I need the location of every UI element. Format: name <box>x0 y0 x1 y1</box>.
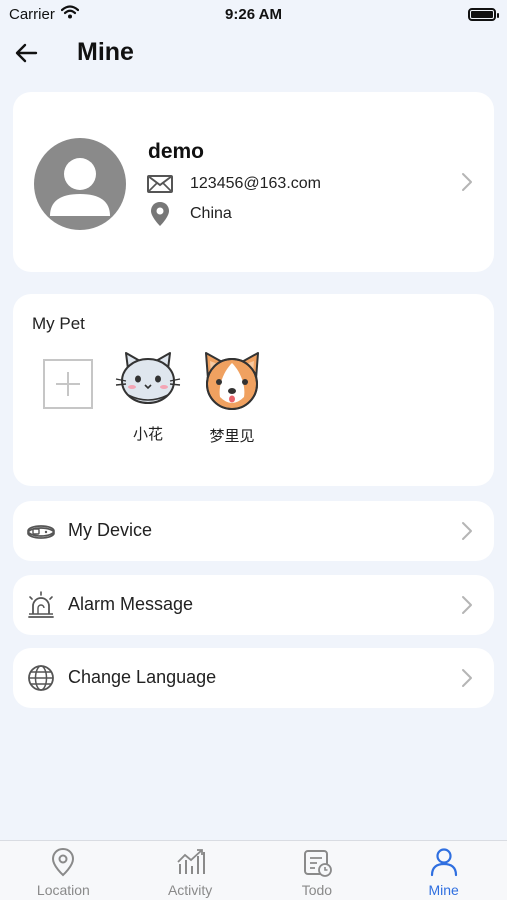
back-arrow-icon <box>15 43 38 63</box>
tab-activity[interactable]: Activity <box>127 841 254 900</box>
tab-label: Todo <box>301 882 333 898</box>
location-row: China <box>146 201 232 227</box>
back-button[interactable] <box>12 38 42 68</box>
pet-name: 梦里见 <box>209 427 255 445</box>
pet-item[interactable]: 梦里见 <box>195 349 269 446</box>
tab-label: Location <box>36 882 90 898</box>
globe-icon <box>28 665 54 691</box>
mail-icon <box>146 175 174 193</box>
alarm-siren-icon <box>28 591 54 618</box>
todo-calendar-icon <box>303 850 332 877</box>
menu-label: Alarm Message <box>68 594 194 614</box>
avatar[interactable] <box>34 138 126 230</box>
profile-email: 123456@163.com <box>190 175 321 192</box>
default-avatar-icon <box>50 158 110 216</box>
pet-section-title: My Pet <box>32 314 85 333</box>
menu-label: Change Language <box>68 667 217 687</box>
tab-todo[interactable]: Todo <box>254 841 381 900</box>
pet-card: My Pet 小花 梦里见 <box>13 294 494 486</box>
location-pin-icon <box>146 201 174 227</box>
tab-label: Mine <box>428 882 459 898</box>
activity-chart-icon <box>177 849 206 874</box>
dog-avatar-icon <box>205 352 259 410</box>
cat-avatar-icon <box>115 352 181 404</box>
chevron-right-icon <box>462 522 472 540</box>
battery-icon <box>468 7 499 21</box>
pet-name: 小花 <box>132 425 163 443</box>
tab-mine[interactable]: Mine <box>380 841 507 900</box>
add-pet-button[interactable] <box>43 359 93 409</box>
chevron-right-icon <box>462 173 472 191</box>
email-row: 123456@163.com <box>146 171 321 197</box>
menu-item-my-device[interactable]: My Device <box>13 501 494 561</box>
chevron-right-icon <box>462 596 472 614</box>
location-pin-icon <box>52 847 75 877</box>
tab-label: Activity <box>167 882 213 898</box>
status-bar: Carrier 9:26 AM <box>0 0 507 28</box>
menu-label: My Device <box>68 520 153 540</box>
menu-item-change-language[interactable]: Change Language <box>13 648 494 708</box>
carrier-label: Carrier <box>9 5 55 23</box>
profile-location: China <box>190 205 232 222</box>
person-icon <box>430 848 457 877</box>
collar-icon <box>27 525 55 539</box>
tab-location[interactable]: Location <box>0 841 127 900</box>
profile-name: demo <box>148 140 205 163</box>
wifi-icon <box>60 5 79 23</box>
chevron-right-icon <box>462 669 472 687</box>
nav-bar: Mine <box>0 30 507 76</box>
page-title: Mine <box>77 38 134 66</box>
tab-bar: Location Activity Todo Mine <box>0 840 507 900</box>
pet-item[interactable]: 小花 <box>111 349 185 444</box>
menu-item-alarm-message[interactable]: Alarm Message <box>13 575 494 635</box>
profile-card[interactable]: demo 123456@163.com China <box>13 92 494 272</box>
